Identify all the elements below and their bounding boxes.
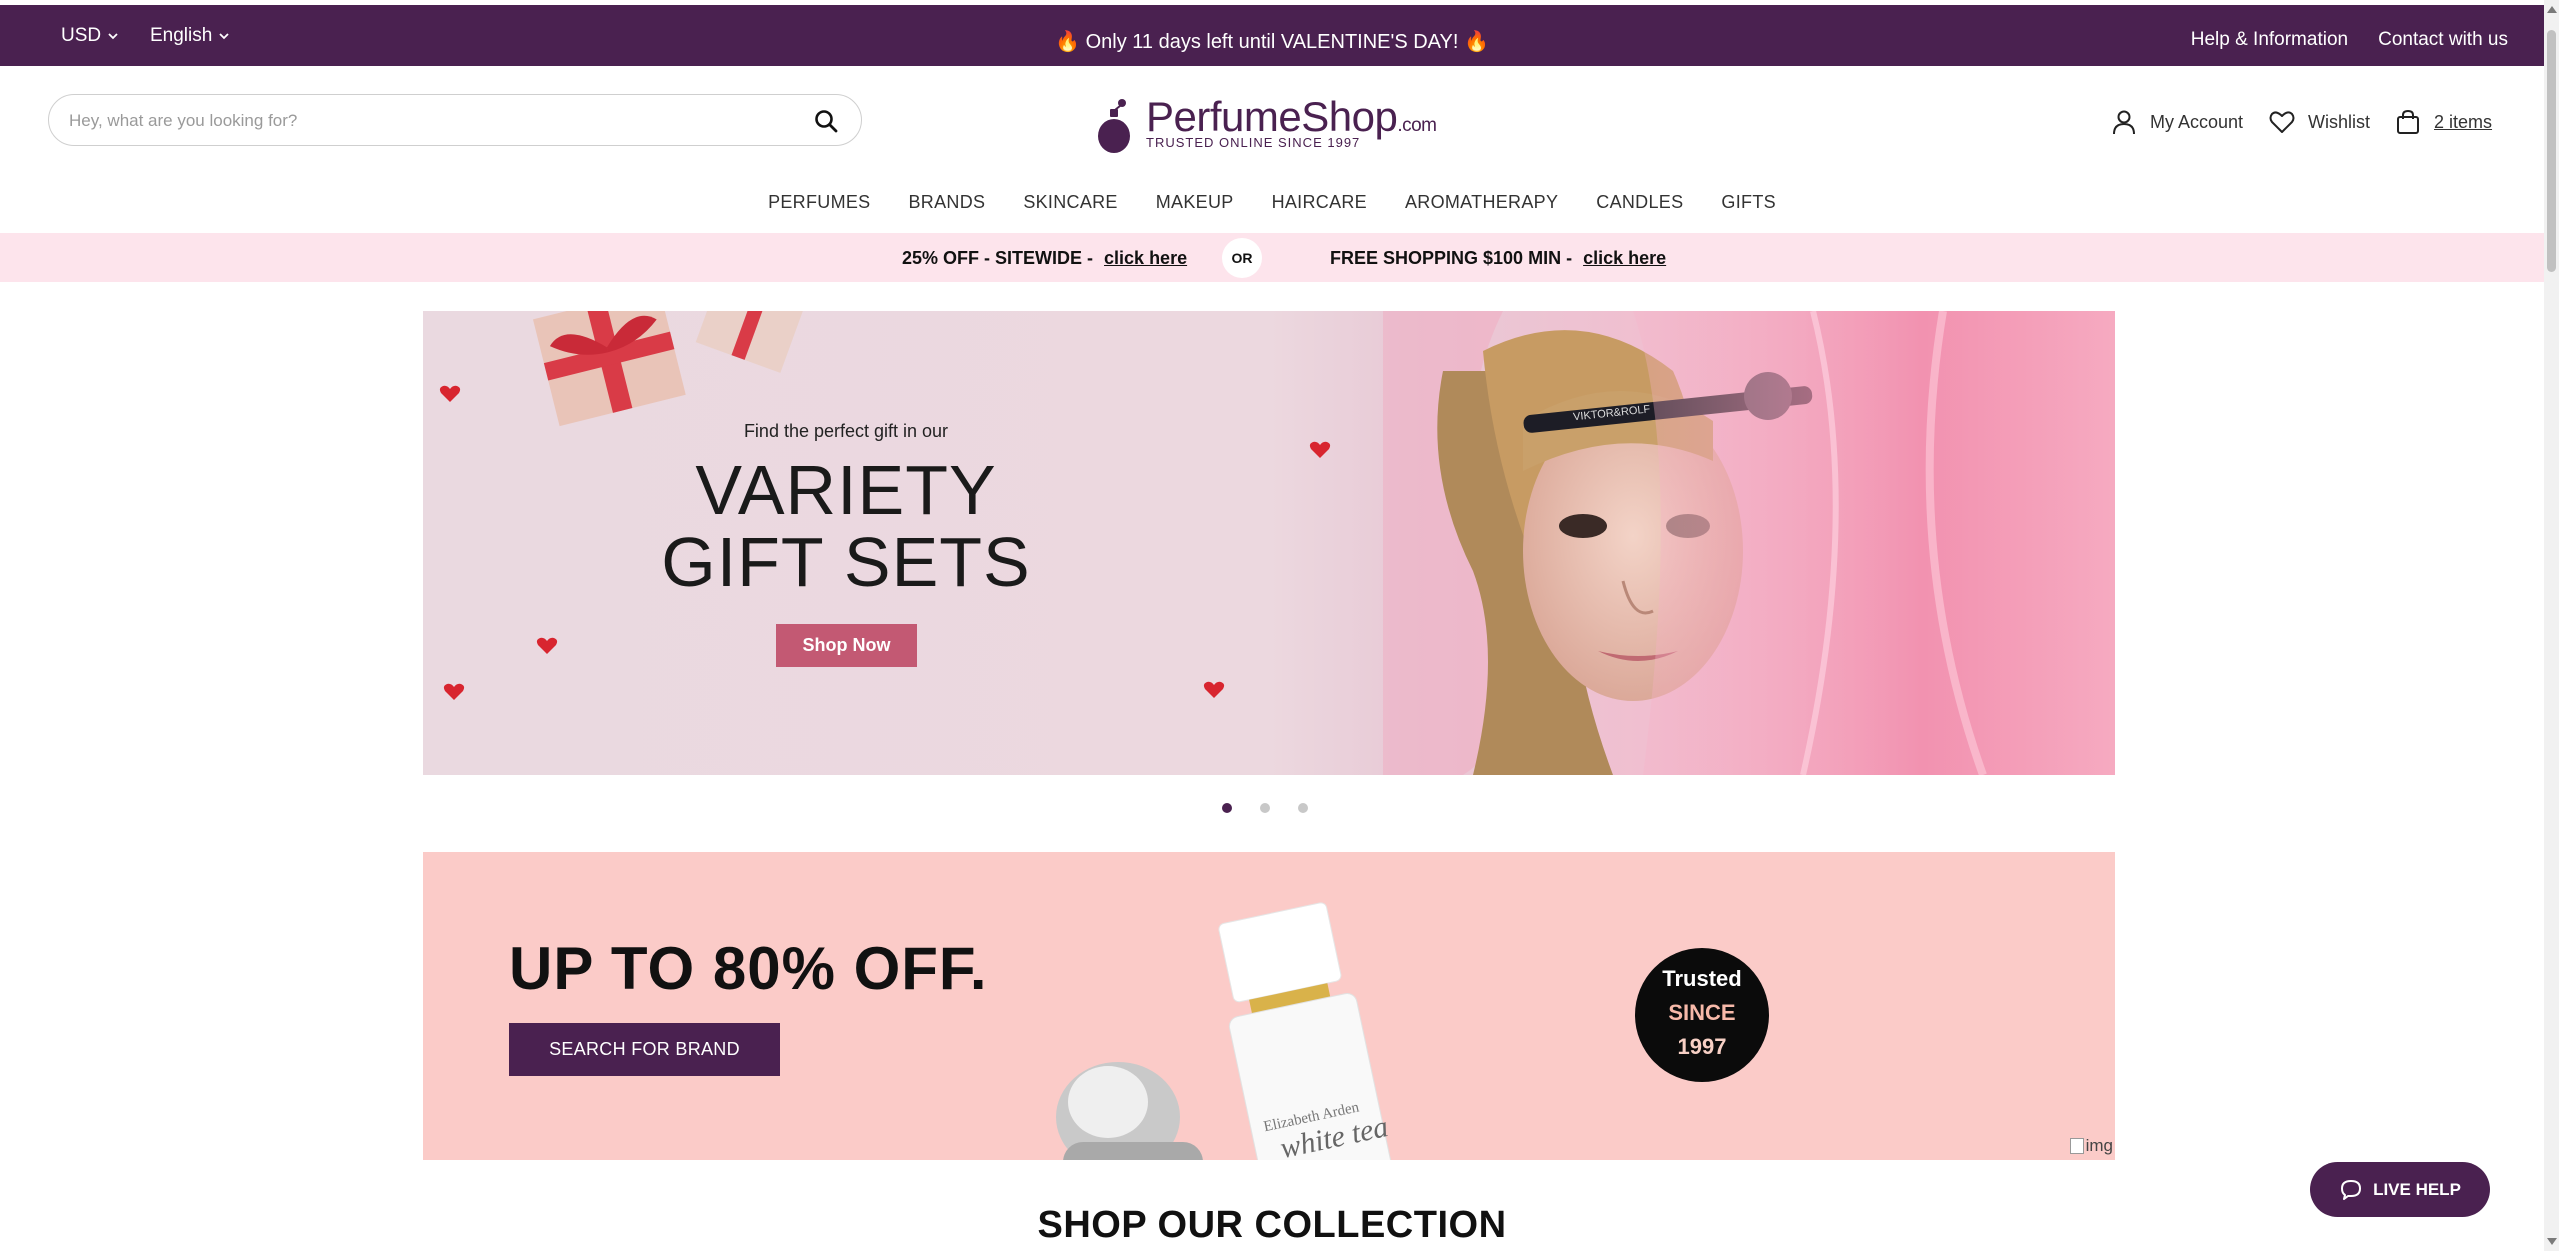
nav-item-skincare[interactable]: SKINCARE (1023, 192, 1117, 213)
free-shipping-offer-text: FREE SHOPPING $100 MIN - (1330, 248, 1573, 268)
sitewide-offer-text: 25% OFF - SITEWIDE - (902, 248, 1094, 268)
heart-decoration (1309, 441, 1331, 458)
heart-decoration (536, 637, 558, 654)
contact-link[interactable]: Contact with us (2378, 29, 2508, 51)
carousel-dot-3[interactable] (1298, 803, 1308, 813)
logo-tagline: TRUSTED ONLINE SINCE 1997 (1146, 135, 1361, 150)
model-portrait-image: VIKTOR&ROLF (1383, 311, 2115, 775)
sale-headline: UP TO 80% OFF. (509, 935, 988, 1002)
nav-item-perfumes[interactable]: PERFUMES (768, 192, 870, 213)
broken-image-alt: img (2085, 1136, 2113, 1155)
shopping-bag-icon (2397, 109, 2419, 134)
badge-line3: 1997 (1677, 1034, 1727, 1059)
shop-now-button[interactable]: Shop Now (776, 624, 917, 667)
wishlist-link[interactable]: Wishlist (2268, 108, 2370, 136)
broken-image-icon (2069, 1138, 2084, 1154)
heart-decoration (443, 683, 465, 700)
hero-title-line1: VARIETY (695, 451, 997, 529)
search-input[interactable] (69, 107, 769, 135)
heart-decoration (1203, 681, 1225, 698)
free-shipping-offer-link[interactable]: click here (1583, 248, 1666, 268)
live-help-button[interactable]: LIVE HELP (2310, 1162, 2490, 1217)
cart-link[interactable]: 2 items (2394, 108, 2492, 136)
heart-icon (2269, 111, 2295, 133)
sitewide-offer: 25% OFF - SITEWIDE - click here (902, 248, 1187, 269)
perfume-bottles-image: Elizabeth Arden white tea (1056, 902, 1400, 1160)
scroll-down-arrow-icon[interactable] (2547, 1238, 2557, 1245)
hero-title-line2: GIFT SETS (661, 523, 1031, 601)
nav-item-aromatherapy[interactable]: AROMATHERAPY (1405, 192, 1558, 213)
my-account-link[interactable]: My Account (2110, 108, 2243, 136)
announcement-bar: USD English 🔥 Only 11 days left until VA… (0, 5, 2544, 66)
free-shipping-offer: FREE SHOPPING $100 MIN - click here (1330, 248, 1666, 269)
scrollbar-thumb[interactable] (2547, 30, 2556, 272)
site-logo[interactable]: PerfumeShop.com TRUSTED ONLINE SINCE 199… (1094, 93, 1444, 155)
logo-suffix: .com (1397, 115, 1437, 136)
carousel-dot-2[interactable] (1260, 803, 1270, 813)
or-divider: OR (1222, 238, 1262, 278)
page: USD English 🔥 Only 11 days left until VA… (0, 0, 2559, 1251)
carousel-pagination (1222, 803, 1308, 813)
user-icon (2113, 110, 2135, 135)
cart-count: 2 items (2434, 111, 2493, 132)
nav-item-brands[interactable]: BRANDS (908, 192, 985, 213)
promo-strip: 25% OFF - SITEWIDE - click here OR FREE … (0, 233, 2544, 282)
badge-line2: SINCE (1668, 1000, 1736, 1025)
logo-name: PerfumeShop (1146, 93, 1398, 140)
hero-title: VARIETY GIFT SETS (423, 454, 1269, 598)
nav-item-gifts[interactable]: GIFTS (1721, 192, 1776, 213)
live-help-label: LIVE HELP (2373, 1179, 2461, 1199)
sitewide-offer-link[interactable]: click here (1104, 248, 1187, 268)
badge-line1: Trusted (1662, 966, 1742, 991)
search-for-brand-button[interactable]: SEARCH FOR BRAND (509, 1023, 780, 1076)
hero-banner[interactable]: Find the perfect gift in our VARIETY GIF… (423, 311, 2115, 775)
nav-item-makeup[interactable]: MAKEUP (1156, 192, 1234, 213)
valentines-countdown: 🔥 Only 11 days left until VALENTINE'S DA… (1055, 31, 1489, 53)
broken-image-placeholder: img (2069, 1136, 2113, 1156)
sale-banner: UP TO 80% OFF. SEARCH FOR BRAND Elizabet… (423, 852, 2115, 1160)
perfume-bottle-logo-icon (1098, 99, 1130, 153)
chat-bubble-icon (2341, 1179, 2362, 1200)
trusted-since-badge: Trusted SINCE 1997 (1635, 948, 1769, 1082)
wishlist-label: Wishlist (2308, 111, 2370, 132)
nav-item-haircare[interactable]: HAIRCARE (1272, 192, 1367, 213)
search-bar (48, 94, 862, 146)
hero-subtitle: Find the perfect gift in our (743, 421, 949, 441)
help-information-link[interactable]: Help & Information (2191, 29, 2348, 51)
category-nav: PERFUMES BRANDS SKINCARE MAKEUP HAIRCARE… (0, 192, 2544, 213)
scroll-up-arrow-icon[interactable] (2547, 6, 2557, 13)
search-icon[interactable] (813, 108, 839, 134)
nav-item-candles[interactable]: CANDLES (1596, 192, 1683, 213)
page-scrollbar[interactable] (2544, 0, 2559, 1251)
heart-decoration (439, 385, 461, 402)
my-account-label: My Account (2150, 111, 2244, 132)
carousel-dot-1[interactable] (1222, 803, 1232, 813)
collection-heading: SHOP OUR COLLECTION (1037, 1204, 1507, 1246)
